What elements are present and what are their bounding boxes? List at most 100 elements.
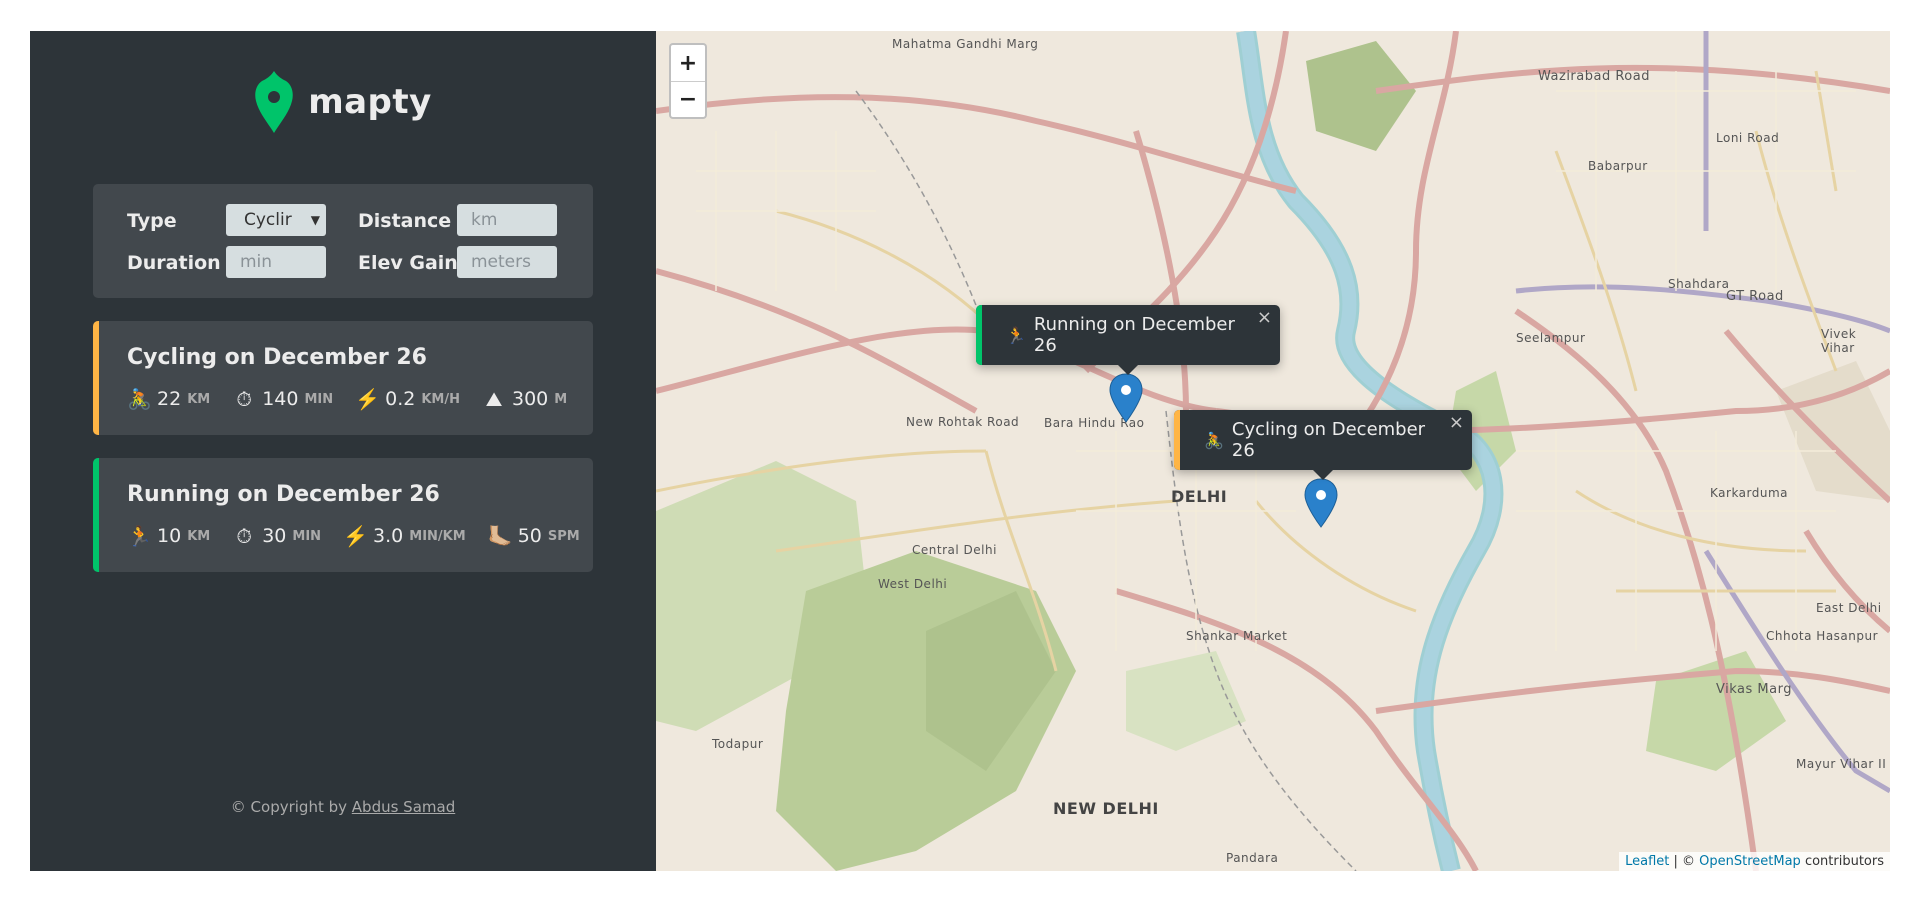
lightning-icon: ⚡️ <box>343 524 368 548</box>
cadence-unit: spm <box>547 528 580 544</box>
type-select-value: Cyclir <box>244 210 292 230</box>
speed-unit: km/h <box>421 391 460 407</box>
place-label-vivek-vihar: Vivek Vihar <box>1821 327 1857 355</box>
close-icon[interactable]: × <box>1257 307 1272 328</box>
place-label-babarpur: Babarpur <box>1588 159 1648 173</box>
map-marker-icon[interactable] <box>1109 373 1143 423</box>
place-label-seelampur: Seelampur <box>1516 331 1586 345</box>
logo: mapty <box>30 69 656 135</box>
place-label-new-delhi: NEW DELHI <box>1053 799 1159 818</box>
bike-icon: 🚴 <box>127 387 152 411</box>
duration-unit: min <box>304 391 334 407</box>
duration-value: 30 <box>262 525 287 547</box>
cadence-value: 50 <box>517 525 542 547</box>
zoom-control: + − <box>669 43 707 119</box>
workout-speed: ⚡️ 0.2 km/h <box>355 387 460 411</box>
distance-input[interactable]: km <box>457 204 557 236</box>
place-label-wazirabad-road: Wazirabad Road <box>1538 69 1650 84</box>
attribution-suffix: contributors <box>1800 854 1884 869</box>
lightning-icon: ⚡️ <box>355 387 381 411</box>
map-marker-icon[interactable] <box>1304 478 1338 528</box>
workout-accent-stripe <box>93 458 99 572</box>
workout-details: 🚴 22 km ⏱ 140 min ⚡️ 0.2 km/h ⛰ 300 <box>127 387 589 411</box>
workout-popup-cycling[interactable]: 🚴 Cycling on December 26 × <box>1174 410 1472 480</box>
bike-icon: 🚴 <box>1204 430 1224 450</box>
distance-value: 10 <box>157 525 182 547</box>
popup-accent-stripe <box>1174 410 1180 470</box>
copyright: © Copyright by Abdus Samad <box>30 798 656 816</box>
place-label-pandara: Pandara <box>1226 851 1279 865</box>
osm-link[interactable]: OpenStreetMap <box>1699 854 1801 869</box>
distance-placeholder: km <box>471 210 498 230</box>
map-pin-logo-icon <box>255 71 293 133</box>
duration-value: 140 <box>262 388 299 410</box>
runner-icon: 🏃 <box>127 524 152 548</box>
workout-card-cycling[interactable]: Cycling on December 26 🚴 22 km ⏱ 140 min… <box>93 321 593 435</box>
copyright-prefix: © Copyright by <box>230 798 352 816</box>
pace-unit: min/km <box>409 528 466 544</box>
place-label-west-delhi: West Delhi <box>878 577 948 591</box>
attribution-separator: | © <box>1669 854 1700 869</box>
logo-text: mapty <box>308 82 432 122</box>
type-label: Type <box>127 210 177 232</box>
chevron-down-icon: ▼ <box>310 213 320 227</box>
duration-unit: min <box>292 528 322 544</box>
speed-value: 0.2 <box>385 388 416 410</box>
place-label-mayur-vihar: Mayur Vihar II <box>1796 757 1887 771</box>
elevation-unit: m <box>554 391 568 407</box>
popup-tip <box>1118 365 1138 375</box>
duration-placeholder: min <box>240 252 273 272</box>
workout-cadence: 🦶🏼 50 spm <box>488 524 580 548</box>
stopwatch-icon: ⏱ <box>236 524 252 548</box>
distance-unit: km <box>187 528 211 544</box>
popup-accent-stripe <box>976 305 982 365</box>
place-label-new-rohtak-road: New Rohtak Road <box>906 415 1020 429</box>
distance-value: 22 <box>157 388 182 410</box>
workout-accent-stripe <box>93 321 99 435</box>
close-icon[interactable]: × <box>1449 412 1464 433</box>
map[interactable]: DELHI NEW DELHI Wazirabad Road GT Road V… <box>656 31 1890 871</box>
place-label-shankar-market: Shankar Market <box>1186 629 1288 643</box>
mountain-icon: ⛰ <box>485 387 503 411</box>
elev-gain-label: Elev Gain <box>358 252 458 274</box>
place-label-delhi: DELHI <box>1171 487 1228 506</box>
place-label-loni-road: Loni Road <box>1716 131 1780 145</box>
popup-text: Cycling on December 26 <box>1231 419 1426 461</box>
popup-tip <box>1313 470 1333 480</box>
sidebar: mapty Type Cyclir ▼ Distance km Duration… <box>30 31 656 871</box>
place-label-east-delhi: East Delhi <box>1816 601 1882 615</box>
workout-pace: ⚡️ 3.0 min/km <box>343 524 466 548</box>
type-select[interactable]: Cyclir ▼ <box>226 204 326 236</box>
workout-elevation: ⛰ 300 m <box>482 387 568 411</box>
leaflet-link[interactable]: Leaflet <box>1625 854 1669 869</box>
duration-input[interactable]: min <box>226 246 326 278</box>
workout-popup-running[interactable]: 🏃 Running on December 26 × <box>976 305 1280 375</box>
workout-form: Type Cyclir ▼ Distance km Duration min E… <box>93 184 593 298</box>
elev-gain-input[interactable]: meters <box>457 246 557 278</box>
place-label-karkarduma: Karkarduma <box>1710 486 1789 500</box>
workout-card-running[interactable]: Running on December 26 🏃 10 km ⏱ 30 min … <box>93 458 593 572</box>
popup-text: Running on December 26 <box>1033 314 1235 356</box>
workout-distance: 🏃 10 km <box>127 524 210 548</box>
foot-icon: 🦶🏼 <box>487 524 513 548</box>
workout-duration: ⏱ 30 min <box>232 524 321 548</box>
workout-title: Cycling on December 26 <box>127 345 427 370</box>
place-label-shahdara: Shahdara <box>1668 277 1730 291</box>
place-label-central-delhi: Central Delhi <box>912 543 997 557</box>
workout-distance: 🚴 22 km <box>127 387 210 411</box>
zoom-out-button[interactable]: − <box>671 81 705 117</box>
app: mapty Type Cyclir ▼ Distance km Duration… <box>30 31 1890 871</box>
duration-label: Duration <box>127 252 221 274</box>
zoom-in-button[interactable]: + <box>671 45 705 81</box>
place-label-vikas-marg: Vikas Marg <box>1716 682 1792 697</box>
workout-title: Running on December 26 <box>127 482 440 507</box>
place-label-mahatma-gandhi-marg: Mahatma Gandhi Marg <box>892 37 1039 51</box>
runner-icon: 🏃 <box>1006 325 1026 345</box>
stopwatch-icon: ⏱ <box>236 387 252 411</box>
workout-details: 🏃 10 km ⏱ 30 min ⚡️ 3.0 min/km 🦶🏼 50 <box>127 524 602 548</box>
place-label-gt-road: GT Road <box>1726 289 1784 304</box>
elev-gain-placeholder: meters <box>471 252 531 272</box>
pace-value: 3.0 <box>373 525 404 547</box>
place-label-chhota-hasanpur: Chhota Hasanpur <box>1766 629 1879 643</box>
author-link[interactable]: Abdus Samad <box>352 798 455 816</box>
